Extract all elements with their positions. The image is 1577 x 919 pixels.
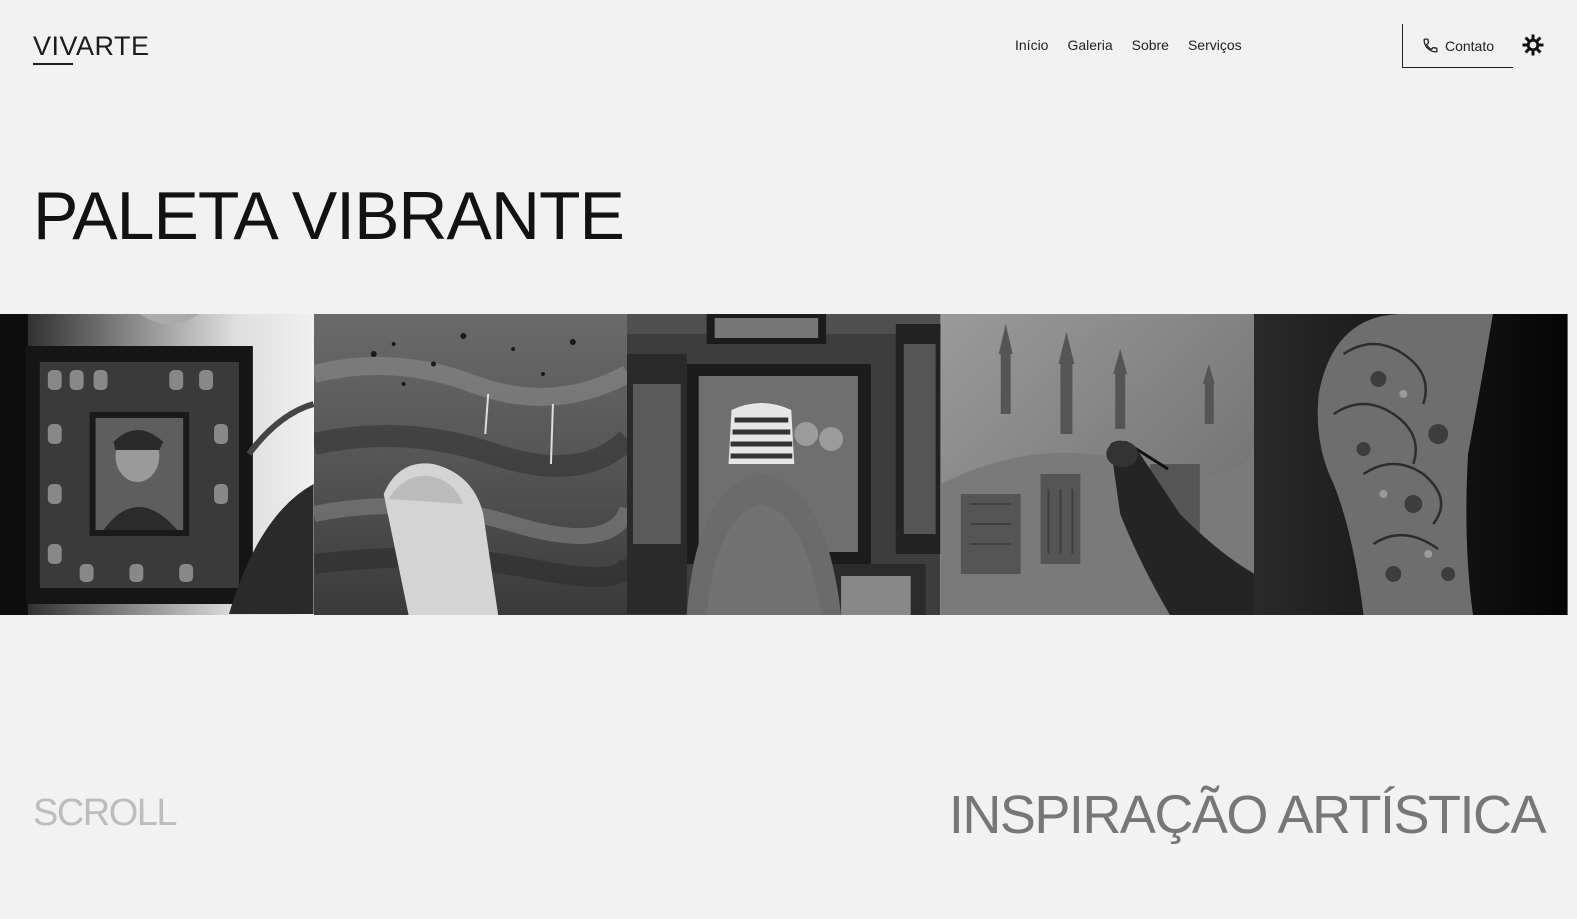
gallery-image-tattooed-arm[interactable] xyxy=(1254,314,1568,615)
nav-item-servicos[interactable]: Serviços xyxy=(1188,37,1242,53)
hero-title: PALETA VIBRANTE xyxy=(33,178,625,254)
main-nav: Início Galeria Sobre Serviços xyxy=(1015,37,1242,53)
logo-underline xyxy=(33,63,73,65)
gallery-strip xyxy=(0,314,1568,615)
nav-item-galeria[interactable]: Galeria xyxy=(1067,37,1112,53)
phone-icon xyxy=(1423,38,1438,53)
contact-button[interactable]: Contato xyxy=(1402,24,1513,68)
nav-item-inicio[interactable]: Início xyxy=(1015,37,1048,53)
gallery-image-gallery-visitor[interactable] xyxy=(627,314,941,615)
gallery-image-abstract-painting[interactable] xyxy=(313,314,628,615)
nav-item-sobre[interactable]: Sobre xyxy=(1132,37,1169,53)
site-logo[interactable]: VIVARTE xyxy=(33,31,150,62)
contact-label: Contato xyxy=(1444,37,1495,54)
scroll-indicator[interactable]: SCROLL xyxy=(33,792,178,835)
gallery-image-framed-portrait[interactable] xyxy=(0,314,314,615)
tagline: INSPIRAÇÃO ARTÍSTICA xyxy=(948,785,1547,845)
gallery-image-city-painting[interactable] xyxy=(940,314,1255,615)
sun-gear-icon[interactable] xyxy=(1521,33,1545,57)
